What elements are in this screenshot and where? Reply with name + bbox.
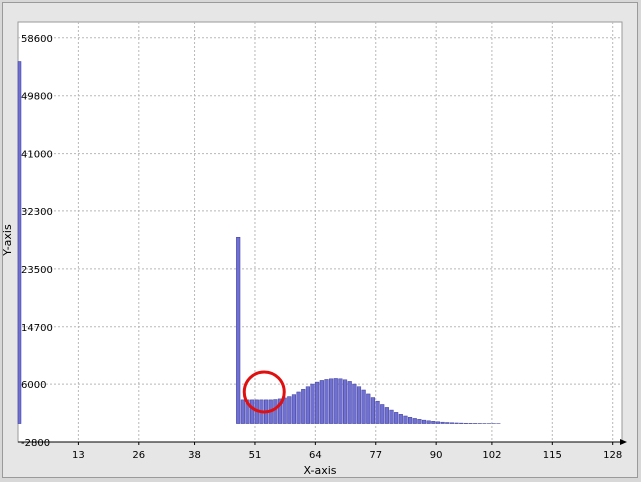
histogram-bar [236,237,241,424]
histogram-bar [426,420,431,424]
histogram-bar [329,378,334,424]
x-tick-label: 51 [249,450,262,461]
x-tick-labels: 13 26 38 51 64 77 90 102 115 128 [72,442,622,461]
histogram-bar [408,417,413,424]
x-tick-label: 115 [543,450,562,461]
histogram-bar [449,422,454,424]
histogram-bar [240,399,245,424]
histogram-bar [301,389,306,424]
histogram-bar [17,61,22,424]
histogram-bar [366,393,371,424]
histogram-bar [250,399,255,424]
x-tick-label: 64 [309,450,322,461]
y-tick-label: 49800 [21,92,53,103]
histogram-bar [361,389,366,424]
x-tick-label: 77 [369,450,382,461]
x-axis-arrow [620,439,627,445]
histogram-bar [417,419,422,424]
histogram-bar [291,394,297,424]
histogram-bar [435,421,441,424]
histogram-bar [287,396,292,424]
histogram-bar [273,399,278,424]
y-tick-label: -2800 [21,438,50,449]
histogram-bar [394,412,399,424]
histogram-chart: -28006000147002350032300410004980058600 … [1,21,627,477]
histogram-bar [356,386,362,424]
y-tick-label: 41000 [21,150,53,161]
histogram-bar [412,418,417,424]
x-tick-label: 128 [603,450,622,461]
y-tick-label: 32300 [21,207,53,218]
x-axis-label: X-axis [304,464,337,477]
histogram-bar [342,379,348,424]
histogram-bar [352,383,357,424]
histogram-bar [333,378,338,424]
histogram-bar [324,379,329,424]
histogram-bar [347,381,352,424]
histogram-bar [440,421,445,424]
histogram-bar [305,386,310,424]
y-axis-label: Y-axis [1,224,14,257]
histogram-bar [384,407,389,424]
plot-area [17,21,623,443]
y-tick-label: 23500 [21,265,53,276]
y-tick-label: 6000 [21,380,46,391]
histogram-bar [431,421,436,424]
y-tick-label: 58600 [21,34,53,45]
histogram-bar [315,381,320,424]
chart-window: -2800 6000 14700 23500 32300 41000 49800 58600 … [0,0,641,482]
histogram-bar [370,397,376,424]
histogram-bar [389,409,394,424]
histogram-bar [296,391,301,424]
histogram-bar [398,414,403,424]
x-tick-label: 102 [482,450,501,461]
histogram-bar [421,419,427,424]
histogram-bar [403,415,408,424]
histogram-bar [319,380,324,424]
histogram-bar [380,404,385,424]
histogram-bar [454,422,459,424]
x-tick-label: 13 [72,450,85,461]
y-tick-label: 14700 [21,323,53,334]
x-tick-label: 38 [188,450,201,461]
histogram-bar [338,378,343,424]
x-tick-label: 90 [430,450,443,461]
histogram-bar [375,400,380,424]
x-tick-label: 26 [132,450,145,461]
histogram-bar [445,422,450,424]
histogram-bar [310,383,315,424]
